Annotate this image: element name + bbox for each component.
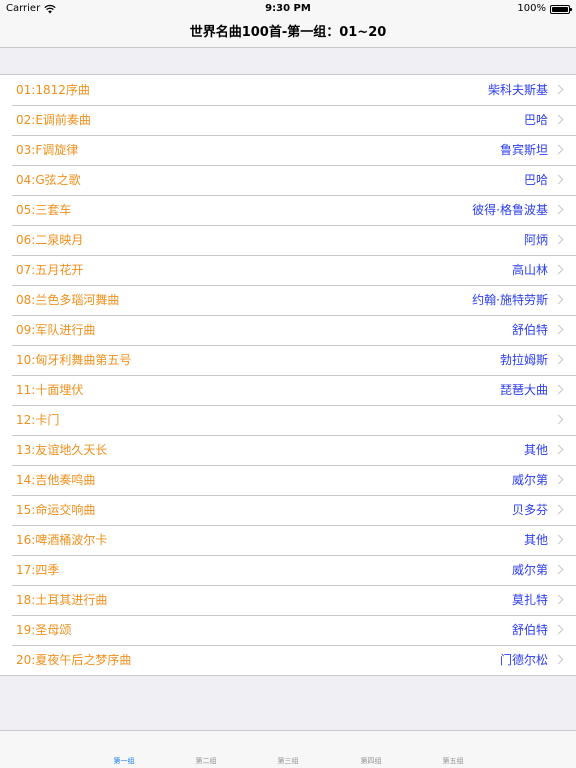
song-title: 02:E调前奏曲 (16, 113, 91, 127)
navigation-bar: 世界名曲100首-第一组：01~20 (0, 18, 576, 48)
song-title: 18:土耳其进行曲 (16, 593, 108, 607)
song-title: 14:吉他奏鸣曲 (16, 473, 96, 487)
list-item[interactable]: 09:军队进行曲 舒伯特 (0, 315, 576, 345)
chevron-right-icon (553, 204, 564, 215)
composer-label: 舒伯特 (511, 323, 548, 337)
song-title: 15:命运交响曲 (16, 503, 96, 517)
composer-label: 威尔第 (511, 563, 548, 577)
list-item[interactable]: 15:命运交响曲 贝多芬 (0, 495, 576, 525)
composer-label: 高山林 (511, 263, 548, 277)
chevron-right-icon (553, 444, 564, 455)
composer-label: 莫扎特 (511, 593, 548, 607)
list-item[interactable]: 05:三套车 彼得·格鲁波基 (0, 195, 576, 225)
composer-label: 巴哈 (523, 113, 548, 127)
status-time: 9:30 PM (265, 3, 311, 14)
song-title: 07:五月花开 (16, 263, 84, 277)
tab-bar: 第一组 第二组 第三组 第四组 第五组 (0, 730, 576, 768)
list-item[interactable]: 02:E调前奏曲 巴哈 (0, 105, 576, 135)
list-item[interactable]: 04:G弦之歌 巴哈 (0, 165, 576, 195)
composer-label: 彼得·格鲁波基 (472, 203, 548, 217)
chevron-right-icon (553, 84, 564, 95)
tab-group-5[interactable]: 第五组 (423, 731, 483, 768)
composer-label: 约翰·施特劳斯 (472, 293, 548, 307)
composer-label: 琵琶大曲 (499, 383, 548, 397)
song-title: 06:二泉映月 (16, 233, 84, 247)
list-item[interactable]: 07:五月花开 高山林 (0, 255, 576, 285)
status-bar: Carrier 9:30 PM 100% (0, 0, 576, 18)
song-title: 05:三套车 (16, 203, 72, 217)
song-title: 10:匈牙利舞曲第五号 (16, 353, 132, 367)
list-item[interactable]: 10:匈牙利舞曲第五号 勃拉姆斯 (0, 345, 576, 375)
composer-label: 其他 (523, 533, 548, 547)
composer-label: 威尔第 (511, 473, 548, 487)
chevron-right-icon (553, 654, 564, 665)
song-list: 01:1812序曲 柴科夫斯基 02:E调前奏曲 巴哈 03:F调旋律 鲁宾斯坦 04:G弦… (0, 74, 576, 676)
chevron-right-icon (553, 324, 564, 335)
list-item[interactable]: 11:十面埋伏 琵琶大曲 (0, 375, 576, 405)
battery-icon (550, 4, 572, 14)
tab-group-2[interactable]: 第二组 (176, 731, 236, 768)
status-battery-group: 100% (517, 0, 572, 18)
composer-label: 柴科夫斯基 (487, 83, 548, 97)
list-item[interactable]: 19:圣母颂 舒伯特 (0, 615, 576, 645)
composer-label: 勃拉姆斯 (499, 353, 548, 367)
song-title: 08:兰色多瑙河舞曲 (16, 293, 120, 307)
song-title: 16:啤酒桶波尔卡 (16, 533, 108, 547)
composer-label: 门德尔松 (499, 653, 548, 667)
song-title: 11:十面埋伏 (16, 383, 84, 397)
song-title: 19:圣母颂 (16, 623, 72, 637)
list-item[interactable]: 01:1812序曲 柴科夫斯基 (0, 75, 576, 105)
tab-label: 第三组 (277, 757, 299, 765)
tab-label: 第二组 (195, 757, 217, 765)
song-title: 09:军队进行曲 (16, 323, 96, 337)
tab-label: 第四组 (360, 757, 382, 765)
tab-label: 第五组 (442, 757, 464, 765)
song-title: 01:1812序曲 (16, 83, 90, 97)
tab-group-3[interactable]: 第三组 (258, 731, 318, 768)
chevron-right-icon (553, 564, 564, 575)
tab-group-4[interactable]: 第四组 (341, 731, 401, 768)
song-title: 12:卡门 (16, 413, 60, 427)
song-title: 20:夏夜午后之梦序曲 (16, 653, 132, 667)
chevron-right-icon (553, 354, 564, 365)
composer-label: 舒伯特 (511, 623, 548, 637)
composer-label: 巴哈 (523, 173, 548, 187)
page-title: 世界名曲100首-第一组：01~20 (189, 25, 387, 40)
list-item[interactable]: 17:四季 威尔第 (0, 555, 576, 585)
list-item[interactable]: 18:土耳其进行曲 莫扎特 (0, 585, 576, 615)
tab-group-1[interactable]: 第一组 (94, 731, 154, 768)
chevron-right-icon (553, 504, 564, 515)
list-item[interactable]: 20:夏夜午后之梦序曲 门德尔松 (0, 645, 576, 675)
list-item[interactable]: 12:卡门 (0, 405, 576, 435)
song-title: 17:四季 (16, 563, 60, 577)
song-title: 13:友谊地久天长 (16, 443, 108, 457)
chevron-right-icon (553, 294, 564, 305)
list-item[interactable]: 14:吉他奏鸣曲 威尔第 (0, 465, 576, 495)
composer-label: 其他 (523, 443, 548, 457)
chevron-right-icon (553, 114, 564, 125)
chevron-right-icon (553, 414, 564, 425)
chevron-right-icon (553, 264, 564, 275)
composer-label: 贝多芬 (511, 503, 548, 517)
chevron-right-icon (553, 234, 564, 245)
list-item[interactable]: 13:友谊地久天长 其他 (0, 435, 576, 465)
list-item[interactable]: 06:二泉映月 阿炳 (0, 225, 576, 255)
chevron-right-icon (553, 384, 564, 395)
composer-label: 鲁宾斯坦 (499, 143, 548, 157)
tab-label: 第一组 (113, 757, 135, 765)
chevron-right-icon (553, 534, 564, 545)
list-item[interactable]: 08:兰色多瑙河舞曲 约翰·施特劳斯 (0, 285, 576, 315)
chevron-right-icon (553, 474, 564, 485)
composer-label: 阿炳 (523, 233, 548, 247)
list-item[interactable]: 16:啤酒桶波尔卡 其他 (0, 525, 576, 555)
song-title: 04:G弦之歌 (16, 173, 81, 187)
list-item[interactable]: 03:F调旋律 鲁宾斯坦 (0, 135, 576, 165)
chevron-right-icon (553, 174, 564, 185)
battery-percent: 100% (517, 3, 546, 14)
song-title: 03:F调旋律 (16, 143, 79, 157)
chevron-right-icon (553, 594, 564, 605)
chevron-right-icon (553, 624, 564, 635)
chevron-right-icon (553, 144, 564, 155)
